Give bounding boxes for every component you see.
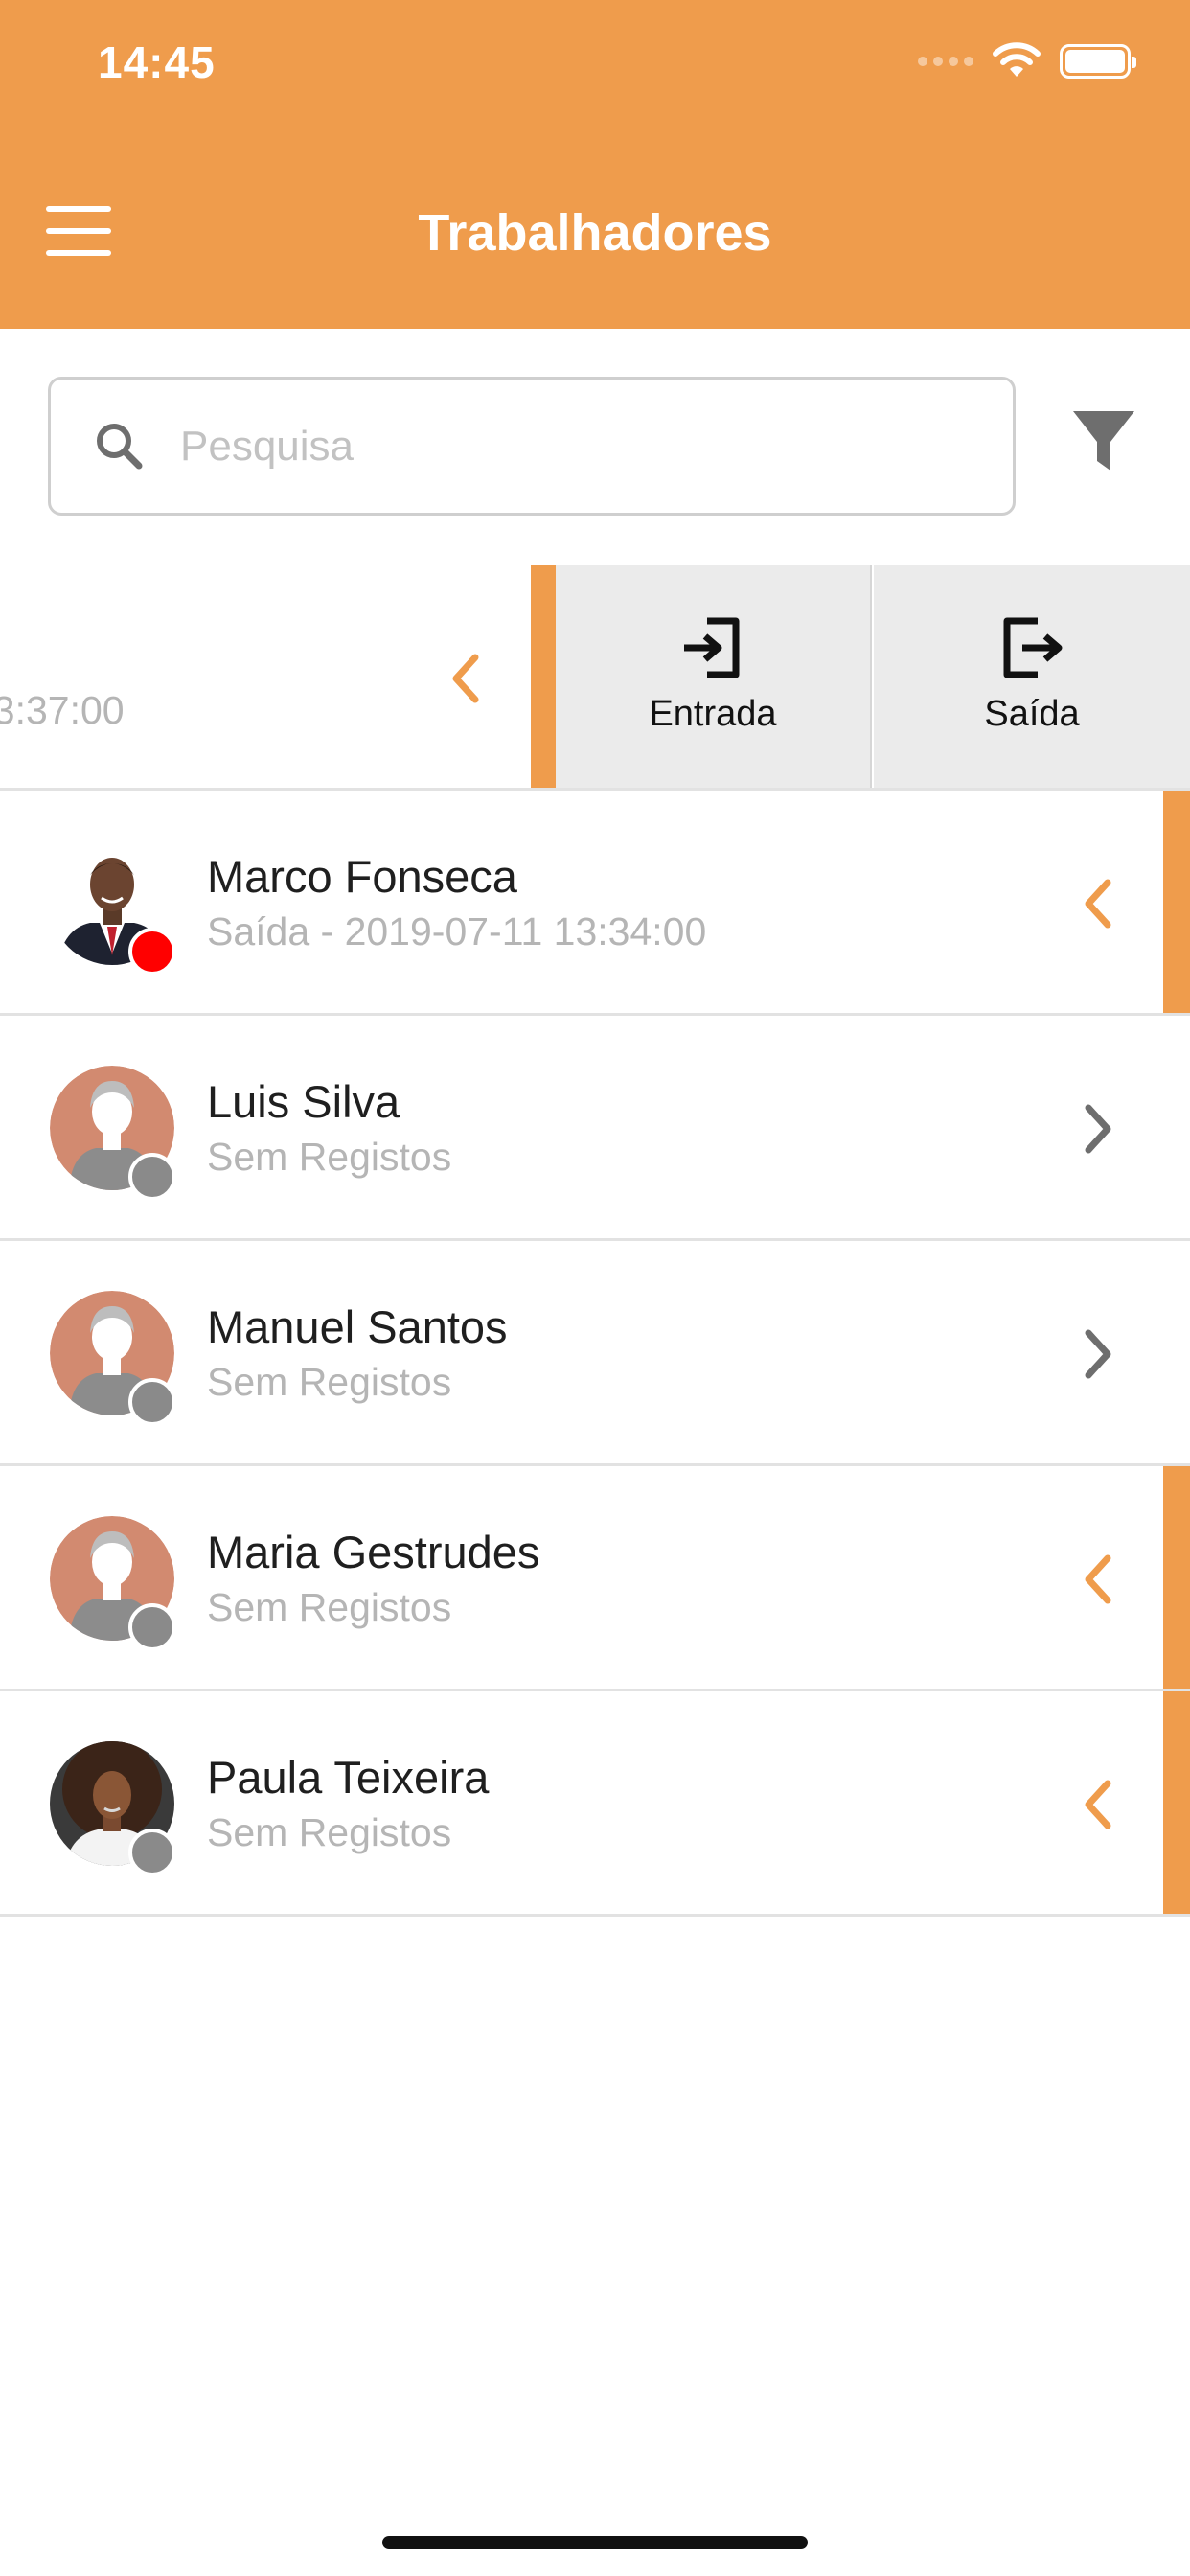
swipe-hint-bar <box>1163 1691 1190 1914</box>
worker-status-text: Sem Registos <box>207 1360 452 1404</box>
swipe-hint-bar <box>1163 791 1190 1013</box>
status-dot-offline <box>128 1828 176 1876</box>
saida-label: Saída <box>984 693 1080 734</box>
search-icon <box>97 424 143 470</box>
worker-status-text: Sem Registos <box>207 1585 452 1629</box>
entrada-label: Entrada <box>649 693 777 734</box>
chevron-right-icon[interactable] <box>1079 1100 1117 1158</box>
list-item[interactable]: Maria Gestrudes Sem Registos <box>0 1466 1190 1691</box>
filter-icon[interactable] <box>1071 407 1136 476</box>
row-subtitle: 13:37:00 <box>0 688 125 732</box>
search-field[interactable] <box>48 377 1016 516</box>
logout-icon <box>1003 617 1063 678</box>
status-dot-offline <box>128 1378 176 1426</box>
status-icons <box>918 42 1136 80</box>
chevron-left-icon[interactable] <box>446 650 485 707</box>
worker-name: Luis Silva <box>207 1076 400 1127</box>
worker-name: Maria Gestrudes <box>207 1527 540 1577</box>
worker-status-text: Sem Registos <box>207 1810 452 1854</box>
list-item[interactable]: Luis Silva Sem Registos <box>0 1016 1190 1241</box>
worker-name: Marco Fonseca <box>207 851 517 902</box>
swipe-accent-bar <box>531 565 556 788</box>
wifi-icon <box>993 42 1041 77</box>
entrada-button[interactable]: Entrada <box>556 565 872 788</box>
chevron-left-icon[interactable] <box>1079 1776 1117 1833</box>
status-dot-exit <box>128 928 176 976</box>
list-item[interactable]: Paula Teixeira Sem Registos <box>0 1691 1190 1917</box>
status-dot-offline <box>128 1603 176 1651</box>
page-title: Trabalhadores <box>418 204 772 262</box>
search-input[interactable] <box>180 408 975 485</box>
list-item[interactable]: Marco Fonseca Saída - 2019-07-11 13:34:0… <box>0 791 1190 1016</box>
status-dot-offline <box>128 1153 176 1201</box>
signal-icon <box>918 57 973 66</box>
swipe-hint-bar <box>1163 1466 1190 1689</box>
list-item[interactable]: Manuel Santos Sem Registos <box>0 1241 1190 1466</box>
worker-status-text: Saída - 2019-07-11 13:34:00 <box>207 909 707 954</box>
status-time: 14:45 <box>98 37 216 87</box>
worker-name: Manuel Santos <box>207 1301 508 1352</box>
worker-name: Paula Teixeira <box>207 1752 490 1803</box>
app-header: 14:45 Trabalhadores <box>0 0 1190 329</box>
home-indicator[interactable] <box>382 2536 808 2549</box>
chevron-right-icon[interactable] <box>1079 1325 1117 1383</box>
worker-status-text: Sem Registos <box>207 1135 452 1179</box>
swiped-list-item[interactable]: 13:37:00 Entrada Saída <box>0 565 1190 791</box>
saida-button[interactable]: Saída <box>874 565 1190 788</box>
swiped-row-content[interactable]: 13:37:00 <box>0 565 556 788</box>
battery-icon <box>1060 44 1136 79</box>
chevron-left-icon[interactable] <box>1079 1551 1117 1608</box>
chevron-left-icon[interactable] <box>1079 875 1117 932</box>
login-icon <box>684 617 740 678</box>
